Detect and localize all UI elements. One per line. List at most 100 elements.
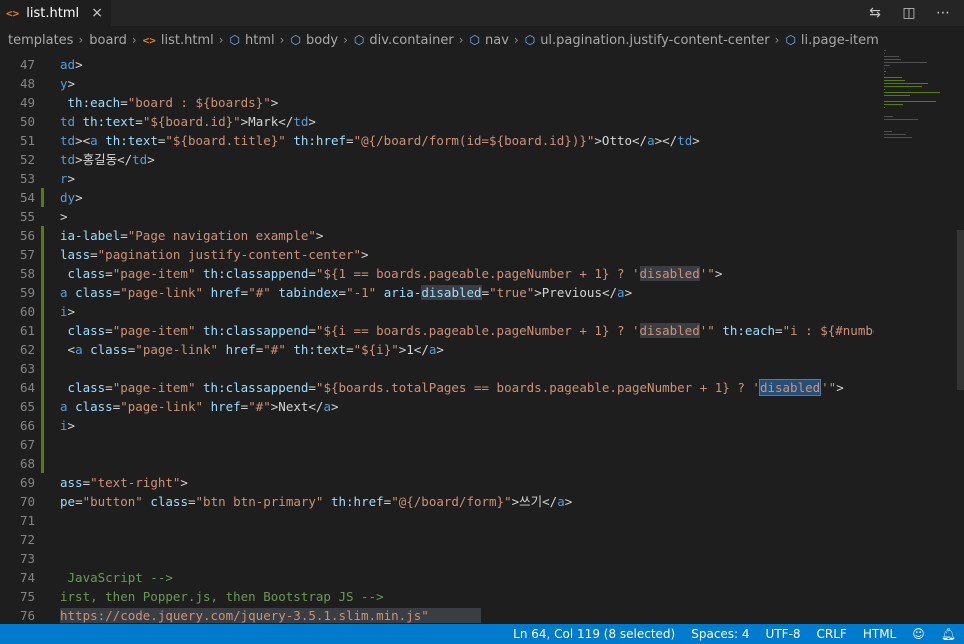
code-line[interactable]: 67 <box>0 435 874 454</box>
code-line[interactable]: 48 y> <box>0 74 874 93</box>
line-number: 61 <box>19 323 35 338</box>
modified-line-indicator[interactable] <box>41 283 44 302</box>
code-token: "page-link" <box>120 285 204 300</box>
symbol-element-icon: ⬡ <box>290 33 301 47</box>
code-text: class="page-item" th:classappend="${boar… <box>60 378 844 397</box>
code-line[interactable]: 73 <box>0 549 874 568</box>
code-line[interactable]: 68 <box>0 454 874 473</box>
split-editor-icon[interactable]: ◫ <box>900 5 918 21</box>
close-icon[interactable]: × <box>91 5 103 21</box>
line-number: 73 <box>19 551 35 566</box>
code-line[interactable]: 49 th:each="board : ${boards}"> <box>0 93 874 112</box>
editor-tab-list-html[interactable]: <> list.html × <box>0 0 111 26</box>
code-token: = <box>105 266 113 281</box>
modified-line-indicator[interactable] <box>41 321 44 340</box>
code-line[interactable]: 72 <box>0 530 874 549</box>
modified-line-indicator[interactable] <box>41 245 44 264</box>
breadcrumb-item[interactable]: ⬡ li.page-item <box>785 33 878 48</box>
code-token: a <box>323 399 331 414</box>
more-actions-icon[interactable]: ⋯ <box>934 5 952 21</box>
code-line[interactable]: 66 i> <box>0 416 874 435</box>
code-line[interactable]: 76 https://code.jquery.com/jquery-3.5.1.s… <box>0 606 874 624</box>
code-line[interactable]: 60 i> <box>0 302 874 321</box>
code-text: td><a th:text="${board.title}" th:href="… <box>60 131 700 150</box>
code-line[interactable]: 58 class="page-item" th:classappend="${1… <box>0 264 874 283</box>
language-mode[interactable]: HTML <box>863 627 896 641</box>
code-token: i <box>60 304 68 319</box>
code-line[interactable]: 69 ass="text-right"> <box>0 473 874 492</box>
modified-line-indicator[interactable] <box>41 435 44 454</box>
code-token: > <box>67 304 76 319</box>
code-line[interactable]: 61 class="page-item" th:classappend="${i… <box>0 321 874 340</box>
code-line[interactable]: 51 td><a th:text="${board.title}" th:href… <box>0 131 874 150</box>
chevron-right-icon: › <box>458 33 464 47</box>
line-number: 74 <box>19 570 35 585</box>
scrollbar-thumb[interactable] <box>957 230 964 390</box>
code-line[interactable]: 64 class="page-item" th:classappend="${b… <box>0 378 874 397</box>
person-feedback-icon[interactable]: ☺ <box>912 627 925 641</box>
code-line[interactable]: 70 pe="button" class="btn btn-primary" th… <box>0 492 874 511</box>
breadcrumb-item[interactable]: <> list.html <box>143 33 214 48</box>
encoding-setting[interactable]: UTF-8 <box>766 627 801 641</box>
bell-icon[interactable]: 🔔︎ <box>941 627 956 641</box>
modified-line-indicator[interactable] <box>41 454 44 473</box>
code-line[interactable]: 54 dy> <box>0 188 874 207</box>
code-line[interactable]: 47 ad> <box>0 55 874 74</box>
code-line[interactable]: 71 <box>0 511 874 530</box>
code-line[interactable]: 65 a class="page-link" href="#">Next</a> <box>0 397 874 416</box>
minimap[interactable] <box>878 46 954 186</box>
modified-line-indicator[interactable] <box>41 264 44 283</box>
cursor-position[interactable]: Ln 64, Col 119 (8 selected) <box>513 627 675 641</box>
code-line[interactable]: 55 > <box>0 207 874 226</box>
breadcrumb-item[interactable]: ⬡ ul.pagination.justify-content-center <box>525 33 770 48</box>
code-token: class <box>75 285 113 300</box>
symbol-element-icon: ⬡ <box>353 33 365 47</box>
eol-setting[interactable]: CRLF <box>817 627 847 641</box>
editor-actions: ⇆ ◫ ⋯ <box>866 0 964 26</box>
code-line[interactable]: 53 r> <box>0 169 874 188</box>
breadcrumb-item[interactable]: ⬡ body <box>290 33 338 48</box>
code-text: https://code.jquery.com/jquery-3.5.1.sli… <box>60 606 482 624</box>
indentation-setting[interactable]: Spaces: 4 <box>691 627 749 641</box>
chevron-right-icon: › <box>131 33 137 47</box>
code-line[interactable]: 74 JavaScript --> <box>0 568 874 587</box>
code-line[interactable]: 63 <box>0 359 874 378</box>
code-line[interactable]: 52 td>홍길동</td> <box>0 150 874 169</box>
line-number: 49 <box>19 95 35 110</box>
modified-line-indicator[interactable] <box>41 188 44 207</box>
modified-line-indicator[interactable] <box>41 302 44 321</box>
code-token: >쓰기</ <box>511 494 558 509</box>
minimap-line <box>884 62 927 63</box>
modified-line-indicator[interactable] <box>41 397 44 416</box>
code-line[interactable]: 62 <a class="page-link" href="#" th:text… <box>0 340 874 359</box>
modified-line-indicator[interactable] <box>41 378 44 397</box>
code-text: JavaScript --> <box>60 568 173 587</box>
code-line[interactable]: 50 td th:text="${board.id}">Mark</td> <box>0 112 874 131</box>
open-changes-icon[interactable]: ⇆ <box>866 5 884 21</box>
code-line[interactable]: 75 irst, then Popper.js, then Bootstrap J… <box>0 587 874 606</box>
breadcrumb-item[interactable]: board <box>89 33 127 48</box>
code-line[interactable]: 57 lass="pagination justify-content-cente… <box>0 245 874 264</box>
breadcrumb-item[interactable]: ⬡ nav <box>470 33 509 48</box>
chevron-right-icon: › <box>343 33 348 47</box>
code-line[interactable]: 59 a class="page-link" href="#" tabindex=… <box>0 283 874 302</box>
breadcrumb-item[interactable]: templates <box>8 33 73 48</box>
code-token: = <box>120 228 128 243</box>
code-line[interactable]: 56 ia-label="Page navigation example"> <box>0 226 874 245</box>
modified-line-indicator[interactable] <box>41 416 44 435</box>
modified-line-indicator[interactable] <box>41 359 44 378</box>
code-token: "@{/board/form(id=${board.id})}" <box>353 133 595 148</box>
modified-line-indicator[interactable] <box>41 226 44 245</box>
code-token: > <box>180 475 188 490</box>
minimap-line <box>884 59 901 60</box>
line-number: 59 <box>19 285 35 300</box>
breadcrumb-item[interactable]: ⬡ div.container <box>354 33 454 48</box>
code-editor[interactable]: 47 ad> 48 y> 49 th:each="board : ${boards}">… <box>0 55 874 624</box>
modified-line-indicator[interactable] <box>41 340 44 359</box>
code-token: > <box>436 342 444 357</box>
line-number: 48 <box>19 76 35 91</box>
breadcrumb-item[interactable]: ⬡ html <box>230 33 275 48</box>
